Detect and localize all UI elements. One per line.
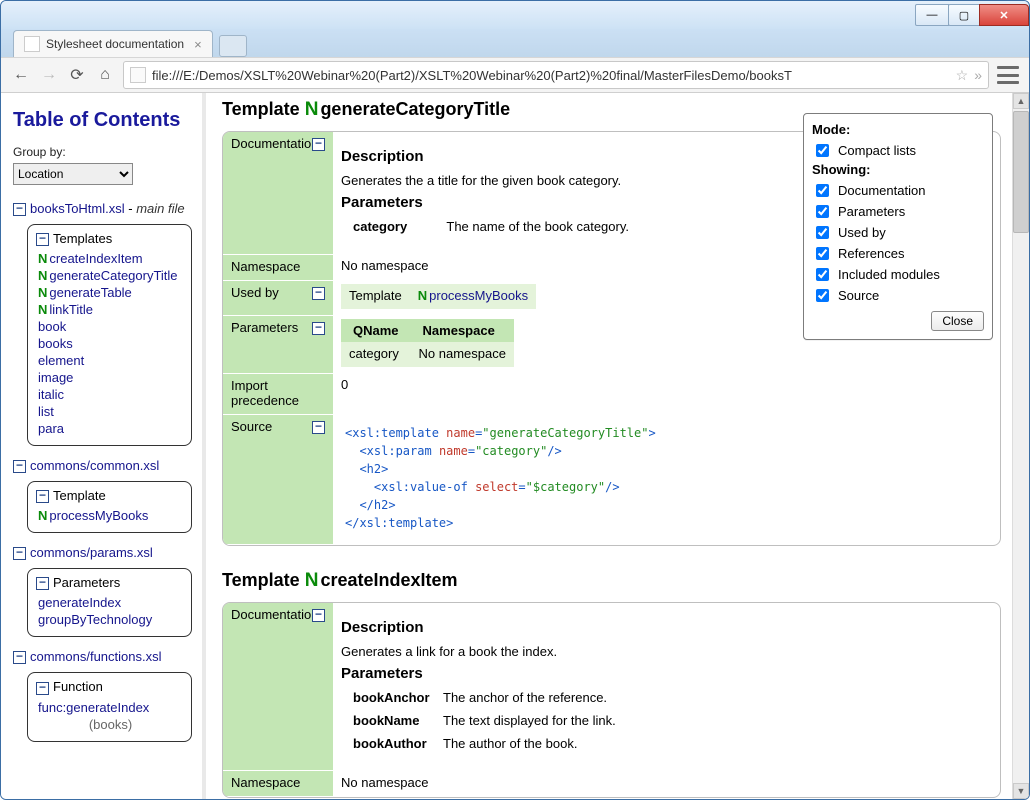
collapse-icon[interactable]: − bbox=[312, 287, 325, 300]
option-item[interactable]: Documentation bbox=[812, 181, 984, 200]
browser-tab[interactable]: Stylesheet documentation × bbox=[13, 30, 213, 57]
sidebar-item[interactable]: generateTable bbox=[49, 285, 131, 300]
content-area: Template NgenerateCategoryTitle Document… bbox=[206, 93, 1029, 799]
group-by-label: Group by: bbox=[13, 145, 66, 159]
sidebar: Table of Contents Group by: Location −bo… bbox=[1, 93, 206, 799]
option-compact[interactable]: Compact lists bbox=[812, 141, 984, 160]
sidebar-item[interactable]: para bbox=[38, 421, 64, 436]
sidebar-item[interactable]: book bbox=[38, 319, 66, 334]
row-source: Source− bbox=[223, 414, 333, 544]
parameters-list: bookAnchorThe anchor of the reference.bo… bbox=[341, 690, 992, 751]
collapse-icon[interactable]: − bbox=[312, 322, 325, 335]
row-import: Import precedence bbox=[223, 373, 333, 414]
sidebar-item[interactable]: italic bbox=[38, 387, 64, 402]
home-button[interactable]: ⌂ bbox=[95, 65, 115, 85]
address-bar[interactable]: file:///E:/Demos/XSLT%20Webinar%20(Part2… bbox=[123, 61, 989, 89]
window-maximize-button[interactable]: ▢ bbox=[948, 4, 980, 26]
sidebar-item[interactable]: linkTitle bbox=[49, 302, 93, 317]
sidebar-item[interactable]: image bbox=[38, 370, 73, 385]
parameters-box: −Parameters generateIndexgroupByTechnolo… bbox=[27, 568, 192, 637]
row-used-by: Used by− bbox=[223, 280, 333, 315]
options-mode-heading: Mode: bbox=[812, 122, 984, 137]
browser-window: — ▢ ✕ Stylesheet documentation × ← → ⟳ ⌂… bbox=[0, 0, 1030, 800]
row-namespace: Namespace bbox=[223, 254, 333, 280]
templates-header: Templates bbox=[53, 231, 112, 246]
option-item[interactable]: Used by bbox=[812, 223, 984, 242]
new-tab-button[interactable] bbox=[219, 35, 247, 57]
scroll-thumb[interactable] bbox=[1013, 111, 1029, 233]
collapse-icon[interactable]: − bbox=[36, 490, 49, 503]
tab-title: Stylesheet documentation bbox=[46, 37, 184, 51]
vertical-scrollbar[interactable]: ▲ ▼ bbox=[1012, 93, 1029, 799]
sidebar-item[interactable]: groupByTechnology bbox=[38, 612, 152, 627]
sidebar-item[interactable]: element bbox=[38, 353, 84, 368]
commons-params-link[interactable]: commons/params.xsl bbox=[30, 545, 153, 560]
option-item[interactable]: Included modules bbox=[812, 265, 984, 284]
templates-box: −Templates NcreateIndexItemNgenerateCate… bbox=[27, 224, 192, 446]
scroll-down-icon[interactable]: ▼ bbox=[1013, 783, 1029, 799]
browser-menu-button[interactable] bbox=[997, 66, 1019, 84]
commons-functions-link[interactable]: commons/functions.xsl bbox=[30, 649, 162, 664]
collapse-icon[interactable]: − bbox=[312, 609, 325, 622]
sidebar-title: Table of Contents bbox=[13, 109, 192, 132]
collapse-icon[interactable]: − bbox=[13, 547, 26, 560]
description-heading: Description bbox=[341, 619, 992, 636]
tab-close-icon[interactable]: × bbox=[194, 37, 202, 52]
options-close-button[interactable]: Close bbox=[931, 311, 984, 331]
sidebar-item[interactable]: generateIndex bbox=[38, 595, 121, 610]
page-icon bbox=[130, 67, 146, 83]
main-file-link[interactable]: booksToHtml.xsl bbox=[30, 201, 125, 216]
collapse-icon[interactable]: − bbox=[13, 203, 26, 216]
parameters-heading: Parameters bbox=[341, 665, 992, 682]
bookmark-star-icon[interactable]: ☆ bbox=[956, 67, 969, 84]
sidebar-item[interactable]: func:generateIndex bbox=[38, 700, 149, 715]
sidebar-item[interactable]: list bbox=[38, 404, 54, 419]
sidebar-item[interactable]: books bbox=[38, 336, 73, 351]
browser-toolbar: ← → ⟳ ⌂ file:///E:/Demos/XSLT%20Webinar%… bbox=[1, 57, 1029, 93]
collapse-icon[interactable]: − bbox=[312, 138, 325, 151]
option-item[interactable]: Parameters bbox=[812, 202, 984, 221]
option-item[interactable]: Source bbox=[812, 286, 984, 305]
row-documentation: Documentation − bbox=[223, 132, 333, 254]
source-code: <xsl:template name="generateCategoryTitl… bbox=[345, 424, 992, 532]
window-minimize-button[interactable]: — bbox=[915, 4, 949, 26]
scroll-up-icon[interactable]: ▲ bbox=[1013, 93, 1029, 109]
back-button[interactable]: ← bbox=[11, 65, 31, 85]
options-showing-heading: Showing: bbox=[812, 162, 984, 177]
collapse-icon[interactable]: − bbox=[36, 682, 49, 695]
reload-button[interactable]: ⟳ bbox=[67, 65, 87, 85]
commons-common-link[interactable]: commons/common.xsl bbox=[30, 458, 159, 473]
row-namespace: Namespace bbox=[223, 771, 333, 797]
forward-button[interactable]: → bbox=[39, 65, 59, 85]
sidebar-item[interactable]: processMyBooks bbox=[49, 508, 148, 523]
used-by-link[interactable]: processMyBooks bbox=[429, 288, 528, 303]
description-text: Generates a link for a book the index. bbox=[341, 644, 992, 659]
section-title: Template NcreateIndexItem bbox=[222, 570, 1001, 592]
window-close-button[interactable]: ✕ bbox=[979, 4, 1029, 26]
tab-favicon bbox=[24, 36, 40, 52]
row-documentation: Documentation − bbox=[223, 603, 333, 771]
sidebar-item[interactable]: createIndexItem bbox=[49, 251, 142, 266]
collapse-icon[interactable]: − bbox=[13, 651, 26, 664]
options-panel: Mode: Compact lists Showing: Documentati… bbox=[803, 113, 993, 340]
option-item[interactable]: References bbox=[812, 244, 984, 263]
collapse-icon[interactable]: − bbox=[36, 233, 49, 246]
url-dropdown-icon[interactable]: » bbox=[974, 67, 982, 83]
detail-panel: Documentation − Description Generates a … bbox=[222, 602, 1001, 799]
collapse-icon[interactable]: − bbox=[36, 577, 49, 590]
template-box: −Template NprocessMyBooks bbox=[27, 481, 192, 533]
tab-strip: Stylesheet documentation × bbox=[1, 29, 1029, 57]
row-parameters: Parameters− bbox=[223, 315, 333, 373]
sidebar-item[interactable]: generateCategoryTitle bbox=[49, 268, 177, 283]
compact-checkbox[interactable] bbox=[816, 144, 829, 157]
window-titlebar: — ▢ ✕ bbox=[1, 1, 1029, 29]
collapse-icon[interactable]: − bbox=[13, 460, 26, 473]
group-by-select[interactable]: Location bbox=[13, 163, 133, 185]
collapse-icon[interactable]: − bbox=[312, 421, 325, 434]
main-file-row[interactable]: −booksToHtml.xsl - main file bbox=[13, 201, 192, 216]
url-text: file:///E:/Demos/XSLT%20Webinar%20(Part2… bbox=[152, 68, 950, 83]
function-box: −Function func:generateIndex(books) bbox=[27, 672, 192, 741]
